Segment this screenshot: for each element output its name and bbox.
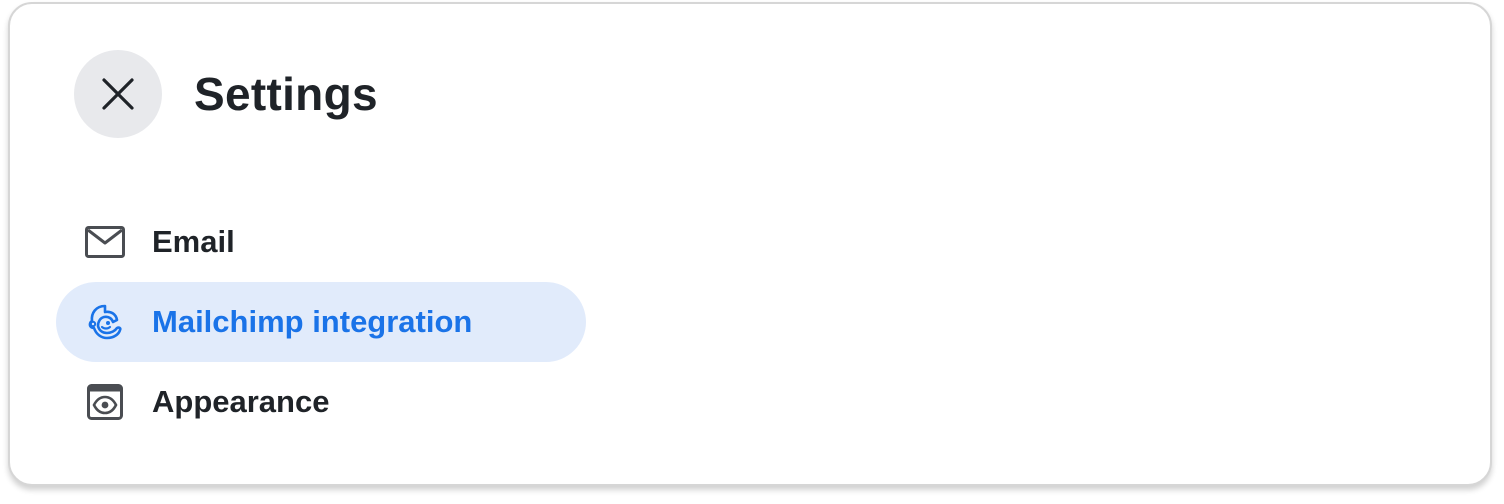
mail-icon — [84, 221, 126, 263]
close-icon — [102, 78, 134, 110]
close-button[interactable] — [74, 50, 162, 138]
menu-item-label: Email — [152, 224, 235, 259]
appearance-icon — [84, 381, 126, 423]
settings-menu: Email Mailchimp integration Appearance — [56, 202, 586, 442]
menu-item-appearance[interactable]: Appearance — [56, 362, 586, 442]
page-title: Settings — [194, 68, 378, 120]
settings-header: Settings — [74, 50, 378, 138]
menu-item-label: Mailchimp integration — [152, 304, 473, 339]
mailchimp-icon — [84, 301, 126, 343]
menu-item-mailchimp-integration[interactable]: Mailchimp integration — [56, 282, 586, 362]
settings-panel: Settings Email Mailchimp integration App… — [8, 2, 1492, 486]
menu-item-label: Appearance — [152, 384, 330, 419]
menu-item-email[interactable]: Email — [56, 202, 586, 282]
